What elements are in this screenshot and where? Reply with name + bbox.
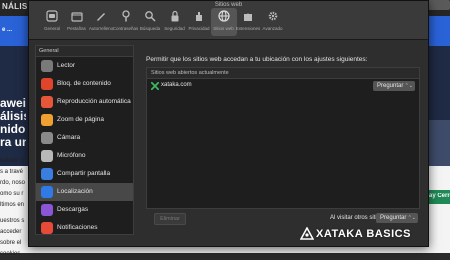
reader-icon xyxy=(41,60,53,72)
sidebar-item-content-blocker[interactable]: Bloq. de contenido xyxy=(36,75,133,93)
toolbar-tab-label: Avanzado xyxy=(262,26,283,31)
hand-icon xyxy=(196,12,202,21)
sidebar-item-label: Localización xyxy=(57,188,93,195)
site-row[interactable]: xataka.com Preguntar ⌃⌄ xyxy=(147,79,419,93)
websites-sidebar: General Lector Bloq. de contenido Reproduc… xyxy=(35,45,134,235)
toolbar-tab-autorrelleno[interactable]: Autorrelleno xyxy=(88,8,114,36)
lock-icon xyxy=(171,10,178,22)
settings-panel: Permitir que los sitios web accedan a tu… xyxy=(140,45,423,233)
toolbar-tab-privacidad[interactable]: Privacidad xyxy=(186,8,212,36)
autoplay-icon xyxy=(41,96,53,108)
bg-article-line: sobre el xyxy=(0,240,22,246)
zoom-icon xyxy=(41,114,53,126)
tabs-icon xyxy=(70,12,83,22)
bg-article-line: cookies xyxy=(0,251,21,257)
sidebar-header: General xyxy=(36,46,133,57)
bg-hero-headline: awei álisis nido ra un xyxy=(0,97,26,149)
sidebar-item-reader[interactable]: Lector xyxy=(36,57,133,75)
sidebar-item-label: Cámara xyxy=(57,134,81,141)
toolbar-tab-contraseñas[interactable]: Contraseñas xyxy=(113,8,139,36)
bg-article-line: uestros s xyxy=(0,218,25,224)
sidebar-item-microphone[interactable]: Micrófono xyxy=(36,147,133,165)
bg-article-line: s a travé xyxy=(0,169,24,175)
bg-nav-text: e ... xyxy=(2,27,13,33)
site-setting-value: Preguntar xyxy=(377,83,404,89)
chevron-updown-icon: ⌃⌄ xyxy=(407,215,416,221)
site-setting-popup[interactable]: Preguntar ⌃⌄ xyxy=(373,81,415,91)
bg-article-text: ookies" p s a travé rdo, noso omo su r l… xyxy=(0,156,26,260)
sidebar-item-label: Reproducción automática xyxy=(57,98,131,105)
screen-share-icon xyxy=(41,168,53,180)
gear-icon xyxy=(268,11,277,21)
search-icon xyxy=(145,11,156,22)
toolbar-tab-pestañas[interactable]: Pestañas xyxy=(64,8,90,36)
toolbar: Sitios web General Pestañas Autorrelleno Co… xyxy=(29,1,428,40)
toolbar-tab-avanzado[interactable]: Avanzado xyxy=(260,8,286,36)
toolbar-tab-seguridad[interactable]: Seguridad xyxy=(162,8,188,36)
bg-green-text: ay Cerro xyxy=(429,193,450,199)
other-sites-popup[interactable]: Preguntar ⌃⌄ xyxy=(376,213,418,223)
key-icon xyxy=(121,10,130,22)
site-name: xataka.com xyxy=(161,82,192,88)
toolbar-tab-extensiones[interactable]: Extensiones xyxy=(235,8,261,36)
bg-article-line: acceder xyxy=(0,229,22,235)
sidebar-item-downloads[interactable]: Descargas xyxy=(36,201,133,219)
toolbar-tab-sitios-web[interactable]: Sitios web xyxy=(210,8,237,36)
camera-icon xyxy=(41,132,53,144)
intro-text: Permitir que los sitios web accedan a tu… xyxy=(146,56,368,63)
sites-table-header: Sitios web abiertos actualmente xyxy=(147,68,419,79)
downloads-icon xyxy=(41,204,53,216)
bg-article-line: ookies" p xyxy=(0,158,25,164)
preferences-window: Sitios web General Pestañas Autorrelleno Co… xyxy=(28,0,429,247)
toolbar-tab-general[interactable]: General xyxy=(39,8,65,36)
bg-close-button[interactable] xyxy=(428,0,450,10)
sidebar-item-label: Compartir pantalla xyxy=(57,170,111,177)
toolbar-tab-búsqueda[interactable]: Búsqueda xyxy=(137,8,163,36)
bg-article-line: rdo, noso xyxy=(0,180,26,186)
sidebar-item-label: Notificaciones xyxy=(57,224,98,231)
sidebar-item-zoom[interactable]: Zoom de página xyxy=(36,111,133,129)
chevron-updown-icon: ⌃⌄ xyxy=(404,83,413,89)
xataka-favicon-icon xyxy=(151,82,159,90)
sidebar-item-notifications[interactable]: Notificaciones xyxy=(36,219,133,234)
sidebar-item-label: Micrófono xyxy=(57,152,86,159)
sidebar-item-label: Lector xyxy=(57,62,76,69)
bg-article-line: ltimos en xyxy=(0,202,25,208)
other-sites-value: Preguntar xyxy=(380,215,407,221)
notifications-icon xyxy=(41,222,53,234)
preferences-content: General Lector Bloq. de contenido Reproduc… xyxy=(35,45,423,241)
sites-table: Sitios web abiertos actualmente xataka.c… xyxy=(146,67,420,209)
xataka-logo-icon xyxy=(300,227,314,240)
sidebar-item-label: Zoom de página xyxy=(57,116,104,123)
sidebar-item-camera[interactable]: Cámara xyxy=(36,129,133,147)
microphone-icon xyxy=(41,150,53,162)
puzzle-icon xyxy=(244,13,252,21)
content-blocker-icon xyxy=(41,78,53,90)
sidebar-item-label: Bloq. de contenido xyxy=(57,80,111,87)
sidebar-item-screen-share[interactable]: Compartir pantalla xyxy=(36,165,133,183)
bg-hero-line: ra un xyxy=(0,135,26,149)
sidebar-item-autoplay[interactable]: Reproducción automática xyxy=(36,93,133,111)
pencil-icon xyxy=(97,13,105,21)
switch-icon xyxy=(46,10,58,22)
bg-article-line: omo su r xyxy=(0,191,24,197)
location-icon xyxy=(41,186,53,198)
sidebar-item-label: Descargas xyxy=(57,206,89,213)
remove-button[interactable]: Eliminar xyxy=(154,213,186,225)
brand-watermark: XATAKA BASICS xyxy=(316,228,411,240)
sidebar-item-location[interactable]: Localización xyxy=(36,183,133,201)
globe-icon xyxy=(217,10,230,22)
